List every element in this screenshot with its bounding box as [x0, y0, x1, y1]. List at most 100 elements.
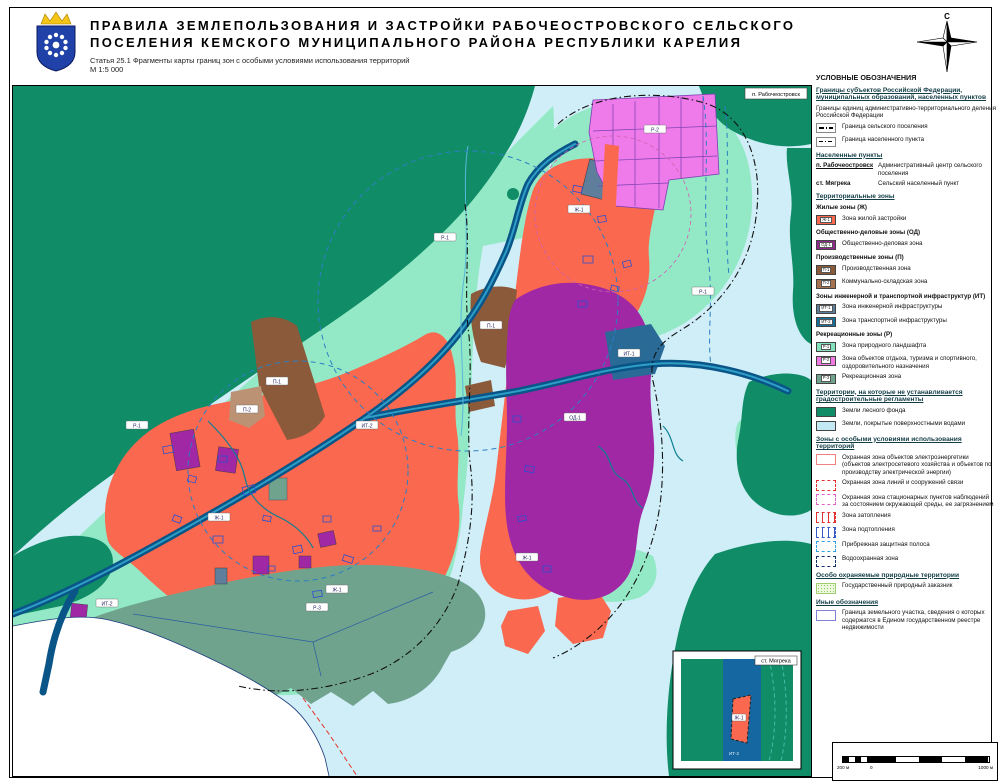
scale-bar: [842, 756, 990, 763]
legend-item: Прибрежная защитная полоса: [816, 541, 996, 553]
legend-heading-other: Иные обозначения: [816, 599, 996, 607]
forest-land-swatch: [816, 407, 836, 417]
power-protection-swatch: [816, 454, 836, 465]
legend-subheading-recreation: Рекреационные зоны (Р): [816, 331, 996, 339]
legend-item: Земли, покрытые поверхностными водами: [816, 420, 996, 431]
legend-item: Граница сельского поселения: [816, 123, 996, 134]
legend-item: Охранная зона линий и сооружений связи: [816, 479, 996, 491]
svg-text:Р-2: Р-2: [651, 128, 659, 134]
inset-map: Ж-1 ИТ-2 ст. Мягрека: [673, 651, 801, 769]
svg-text:Ж-1: Ж-1: [522, 556, 531, 562]
legend-item: ИТ-1 Зона инженерной инфраструктуры: [816, 303, 996, 314]
legend-item: Ж-1 Зона жилой застройки: [816, 215, 996, 226]
legend-item: Граница населенного пункта: [816, 136, 996, 147]
map-sheet: { "page": { "title_line1": "ПРАВИЛА ЗЕМЛ…: [0, 0, 1000, 783]
title-line-2: ПОСЕЛЕНИЯ КЕМСКОГО МУНИЦИПАЛЬНОГО РАЙОНА…: [90, 34, 830, 51]
scale-left-label: 200 м: [837, 765, 849, 770]
legend-heading-no-reglament: Территории, на которые не устанавливаетс…: [816, 389, 996, 404]
scale-bar-box: 200 м 0 1000 м: [832, 742, 998, 781]
zone-swatch-it1: ИТ-1: [816, 304, 836, 314]
svg-text:Ж-1: Ж-1: [214, 516, 223, 522]
legend-subheading-infrastructure: Зоны инженерной и транспортной инфрастру…: [816, 293, 996, 301]
legend-item: ОД-1 Общественно-деловая зона: [816, 240, 996, 251]
settlement-desc: Сельский населенный пункт: [878, 180, 959, 188]
page-title: ПРАВИЛА ЗЕМЛЕПОЛЬЗОВАНИЯ И ЗАСТРОЙКИ РАБ…: [90, 17, 830, 51]
legend-item: П-2 Коммунально-складская зона: [816, 278, 996, 289]
engineering-block-village: [215, 568, 227, 584]
legend-item: П-1 Производственная зона: [816, 265, 996, 276]
legend-heading-special-zones: Зоны с особыми условиями использования т…: [816, 436, 996, 451]
zone-swatch-r3: Р-3: [816, 374, 836, 384]
svg-text:Р-1: Р-1: [133, 424, 141, 430]
zone-swatch-zh1: Ж-1: [816, 215, 836, 225]
scale-right-label: 1000 м: [978, 765, 993, 770]
page-subtitle: Статья 25.1 Фрагменты карты границ зон с…: [90, 56, 410, 74]
legend-item: Зона подтопления: [816, 526, 996, 538]
svg-text:Р-3: Р-3: [313, 606, 321, 612]
map-canvas: ОД-1 П-1 П-2 П-1 Ж-1 Ж-1 Ж-1 Ж-1 Р-2 Р-1…: [12, 85, 812, 777]
zone-swatch-p1: П-1: [816, 265, 836, 275]
surface-water-swatch: [816, 421, 836, 431]
legend-heading-territorial: Территориальные зоны: [816, 193, 996, 201]
locality-boundary-line-icon: [816, 137, 836, 147]
svg-text:Ж-1: Ж-1: [332, 588, 341, 594]
zone-swatch-r2: Р-2: [816, 356, 836, 366]
compass-star-icon: [917, 21, 977, 72]
settlement-boundary-line-icon: [816, 123, 836, 133]
legend-heading-settlements: Населенные пункты: [816, 152, 996, 160]
legend-subheading-business: Общественно-деловые зоны (ОД): [816, 229, 996, 237]
legend-subheading-industrial: Производственные зоны (П): [816, 254, 996, 262]
compass-rose: С: [914, 9, 980, 75]
svg-text:П-2: П-2: [243, 408, 251, 414]
land-parcel-swatch: [816, 610, 836, 621]
legend-settlement-row: ст. Мягрека Сельский населенный пункт: [816, 180, 996, 188]
compass-north-label: С: [944, 12, 950, 21]
subtitle-scale: М 1:5 000: [90, 65, 410, 74]
svg-text:П-1: П-1: [273, 380, 281, 386]
legend-heading-boundaries: Границы субъектов Российской Федерации, …: [816, 87, 996, 102]
coastal-strip-swatch: [816, 541, 836, 552]
forest-island-1: [507, 188, 519, 200]
legend-item: Государственный природный заказник: [816, 582, 996, 594]
town-label: п. Рабочеостровск: [752, 92, 800, 98]
svg-text:Р-1: Р-1: [441, 236, 449, 242]
shield-icon: [37, 26, 75, 71]
nature-reserve-swatch: [816, 583, 836, 594]
svg-text:Р-1: Р-1: [699, 290, 707, 296]
zone-swatch-od1: ОД-1: [816, 240, 836, 250]
legend-boundaries-note: Границы единиц административно-территори…: [816, 105, 996, 120]
subtitle-article: Статья 25.1 Фрагменты карты границ зон с…: [90, 56, 410, 65]
legend-item: Р-2 Зона объектов отдыха, туризма и спор…: [816, 355, 996, 370]
legend-item: Р-1 Зона природного ландшафта: [816, 342, 996, 353]
svg-text:ИТ-2: ИТ-2: [101, 602, 112, 608]
inset-road-label: ИТ-2: [729, 751, 739, 756]
coat-of-arms: [33, 11, 79, 73]
legend-item: Зона затопления: [816, 512, 996, 524]
monitoring-protection-swatch: [816, 494, 836, 505]
svg-text:Ж-1: Ж-1: [574, 208, 583, 214]
svg-text:ИТ-1: ИТ-1: [623, 352, 634, 358]
zone-swatch-p2: П-2: [816, 279, 836, 289]
legend-item: Земли лесного фонда: [816, 407, 996, 418]
legend-heading-protected-areas: Особо охраняемые природные территории: [816, 572, 996, 580]
settlement-name: ст. Мягрека: [816, 180, 878, 188]
legend-item-label: Граница сельского поселения: [842, 123, 928, 131]
svg-text:ОД-1: ОД-1: [569, 416, 581, 422]
crown-icon: [41, 12, 71, 24]
legend-panel: УСЛОВНЫЕ ОБОЗНАЧЕНИЯ Границы субъектов Р…: [816, 74, 996, 635]
underflood-zone-swatch: [816, 527, 836, 538]
scale-zero-label: 0: [870, 765, 873, 770]
settlement-name: п. Рабочеостровск: [816, 162, 878, 177]
legend-title: УСЛОВНЫЕ ОБОЗНАЧЕНИЯ: [816, 74, 996, 82]
inset-zone-label: Ж-1: [734, 716, 743, 722]
legend-settlement-row: п. Рабочеостровск Административный центр…: [816, 162, 996, 177]
settlement-desc: Административный центр сельского поселен…: [878, 162, 996, 177]
title-line-1: ПРАВИЛА ЗЕМЛЕПОЛЬЗОВАНИЯ И ЗАСТРОЙКИ РАБ…: [90, 17, 830, 34]
flood-zone-swatch: [816, 512, 836, 523]
legend-item-label: Граница населенного пункта: [842, 136, 924, 144]
water-protection-swatch: [816, 556, 836, 567]
legend-item: Р-3 Рекреационная зона: [816, 373, 996, 384]
svg-text:ИТ-2: ИТ-2: [361, 424, 372, 430]
legend-item: Граница земельного участка, сведения о к…: [816, 609, 996, 632]
legend-item: Водоохранная зона: [816, 555, 996, 567]
